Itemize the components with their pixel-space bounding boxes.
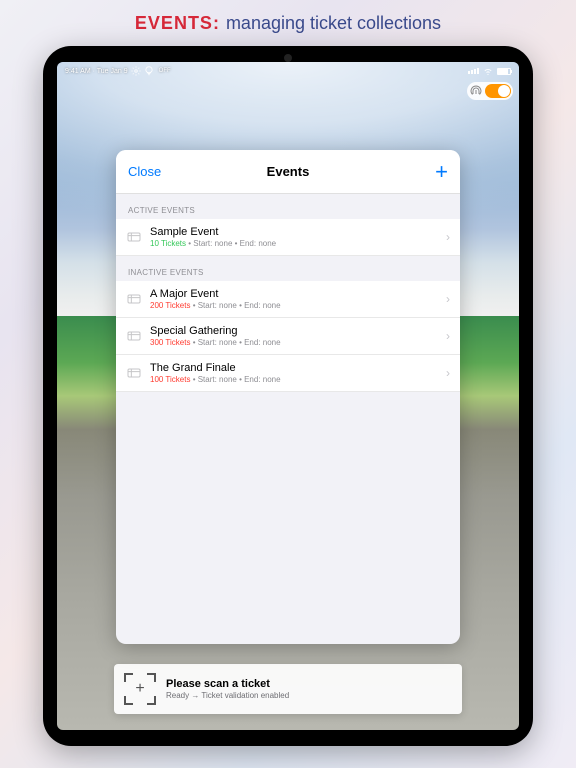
wifi-icon — [483, 68, 493, 75]
scan-title: Please scan a ticket — [166, 678, 452, 690]
bulb-icon[interactable] — [144, 66, 154, 76]
events-modal: Close Events + ACTIVE EVENTS Sample Even… — [116, 150, 460, 644]
validation-toggle[interactable] — [485, 84, 511, 98]
event-subtitle: 200 Tickets • Start: none • End: none — [150, 301, 438, 310]
validation-toggle-group — [467, 82, 513, 100]
event-subtitle: 300 Tickets • Start: none • End: none — [150, 338, 438, 347]
scan-bar[interactable]: + Please scan a ticket Ready → Ticket va… — [114, 664, 462, 714]
ticket-icon — [126, 229, 142, 245]
ticket-icon — [126, 328, 142, 344]
event-subtitle: 100 Tickets • Start: none • End: none — [150, 375, 438, 384]
event-title: Sample Event — [150, 226, 438, 238]
ticket-icon — [126, 291, 142, 307]
chevron-right-icon: › — [446, 329, 450, 343]
inactive-events-header: INACTIVE EVENTS — [116, 256, 460, 281]
event-row[interactable]: A Major Event200 Tickets • Start: none •… — [116, 281, 460, 318]
event-row[interactable]: Special Gathering300 Tickets • Start: no… — [116, 318, 460, 355]
modal-title: Events — [267, 164, 310, 179]
event-row[interactable]: The Grand Finale100 Tickets • Start: non… — [116, 355, 460, 392]
promo-accent: EVENTS: — [135, 13, 220, 34]
status-bar: 9:41 AM · Tue Jan 9 OFF — [57, 62, 519, 80]
event-title: The Grand Finale — [150, 362, 438, 374]
event-row[interactable]: Sample Event10 Tickets • Start: none • E… — [116, 219, 460, 256]
off-label: OFF — [157, 68, 173, 74]
chevron-right-icon: › — [446, 366, 450, 380]
chevron-right-icon: › — [446, 292, 450, 306]
camera-dot — [284, 54, 292, 62]
signal-icon — [468, 68, 479, 74]
promo-text: managing ticket collections — [226, 13, 441, 34]
screen: 9:41 AM · Tue Jan 9 OFF — [57, 62, 519, 730]
chevron-right-icon: › — [446, 230, 450, 244]
active-events-header: ACTIVE EVENTS — [116, 194, 460, 219]
fingerprint-icon — [469, 84, 483, 98]
ticket-icon — [126, 365, 142, 381]
status-time: 9:41 AM · Tue Jan 9 — [65, 68, 128, 75]
event-title: Special Gathering — [150, 325, 438, 337]
scan-frame-icon: + — [124, 673, 156, 705]
modal-header: Close Events + — [116, 150, 460, 194]
close-button[interactable]: Close — [128, 164, 161, 179]
ipad-frame: 9:41 AM · Tue Jan 9 OFF — [43, 46, 533, 746]
gear-icon[interactable] — [131, 66, 141, 76]
scan-subtitle: Ready → Ticket validation enabled — [166, 691, 452, 700]
event-title: A Major Event — [150, 288, 438, 300]
plus-icon: + — [135, 680, 144, 698]
add-button[interactable]: + — [435, 161, 448, 183]
battery-icon — [497, 68, 511, 75]
promo-header: EVENTS: managing ticket collections — [0, 0, 576, 46]
event-subtitle: 10 Tickets • Start: none • End: none — [150, 239, 438, 248]
